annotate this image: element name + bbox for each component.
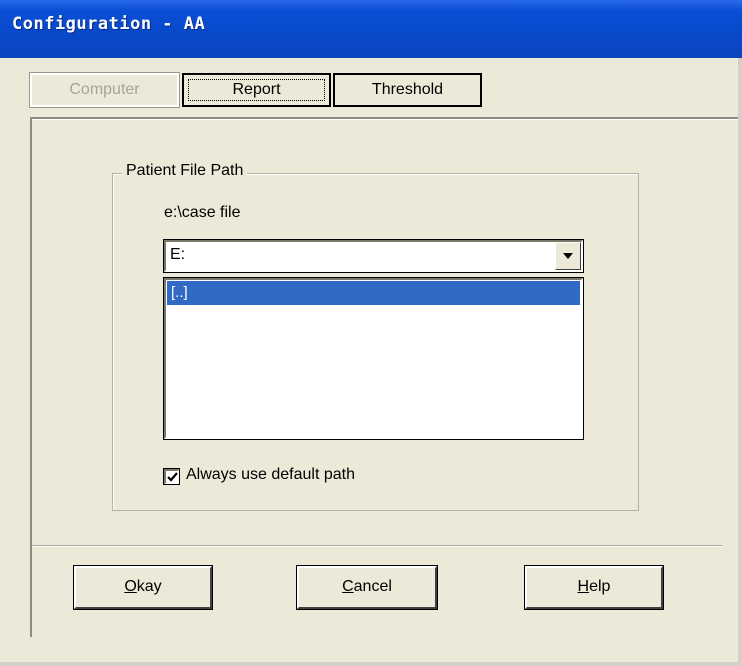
help-button[interactable]: Help [524, 565, 664, 610]
help-label-rest: elp [589, 578, 611, 595]
tab-threshold-label: Threshold [371, 81, 444, 98]
chevron-down-icon [563, 253, 573, 259]
group-label: Patient File Path [122, 162, 248, 180]
help-mnemonic: H [577, 578, 590, 595]
title-bar[interactable]: Configuration - AA [0, 0, 742, 58]
cancel-mnemonic: C [342, 578, 354, 595]
panel-highlight [32, 119, 742, 120]
drive-combo-button[interactable] [555, 242, 581, 270]
current-path-label: e:\case file [164, 204, 241, 221]
list-item[interactable]: [..] [167, 281, 580, 305]
window-frame-bottom [0, 662, 742, 666]
directory-list[interactable]: [..] [163, 277, 584, 440]
tab-computer-label: Computer [69, 81, 140, 98]
window-frame-right [738, 58, 742, 666]
tab-report[interactable]: Report [182, 73, 331, 107]
window-title: Configuration - AA [12, 14, 206, 34]
drive-combo-value: E: [170, 246, 186, 263]
cancel-button[interactable]: Cancel [296, 565, 438, 610]
tab-threshold[interactable]: Threshold [333, 73, 482, 107]
cancel-label-rest: ancel [353, 578, 392, 595]
default-path-checkbox-label[interactable]: Always use default path [186, 466, 355, 484]
tab-computer: Computer [29, 72, 180, 108]
okay-mnemonic: O [124, 578, 137, 595]
default-path-checkbox[interactable] [163, 468, 180, 485]
okay-label-rest: kay [136, 578, 162, 595]
configuration-dialog: Configuration - AA Computer Report Thres… [0, 0, 742, 666]
tab-report-label: Report [232, 81, 281, 98]
okay-button[interactable]: Okay [73, 565, 213, 610]
drive-combo[interactable]: E: [163, 239, 584, 273]
checkmark-icon [167, 472, 178, 482]
divider [32, 545, 722, 547]
